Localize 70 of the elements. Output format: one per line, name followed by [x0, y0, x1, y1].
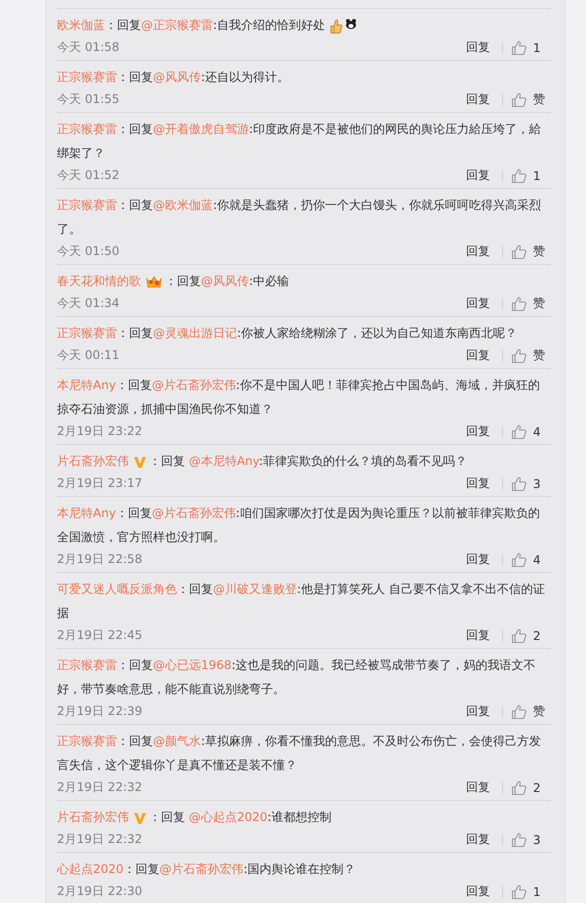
comment-text: 心起点2020：回复@片石斋孙宏伟:国内舆论谁在控制？: [57, 861, 357, 878]
comment-text: 正宗猴赛雷：回复@心已远1968:这也是我的问题。我已经被骂成带节奏了，妈的我语文不好，带节奏啥意思，能不能直说别绕弯子。: [57, 657, 537, 698]
comment-time: 2月19日 23:17: [57, 475, 144, 492]
comment-text: 正宗猴赛雷：回复@风风传:还自以为得计。: [57, 69, 290, 86]
comment-text: 正宗猴赛雷：回复@开着傲虎自驾游:印度政府是不是被他们的网民的舆论压力給压垮了，給绑架了？: [57, 121, 542, 162]
thumbs-up-icon: [511, 704, 527, 720]
reply-button[interactable]: 回复: [466, 883, 490, 900]
comment-text: 正宗猴赛雷：回复@颜气水:草拟麻痹，你看不懂我的意思。不及时公布伤亡，会使得己方发言失信，这个逻辑你丫是真不懂还是装不懂？: [57, 733, 542, 774]
comment-time: 今天 01:52: [57, 167, 120, 184]
comment-time: 2月19日 23:22: [57, 423, 144, 440]
thumbs-up-icon: [511, 476, 527, 492]
reply-button[interactable]: 回复: [466, 779, 490, 796]
thumbs-up-icon: [511, 244, 527, 260]
comment-time: 今天 01:34: [57, 295, 120, 312]
comment-time: 2月19日 22:32: [57, 831, 144, 848]
comment-time: 2月19日 22:30: [57, 883, 144, 900]
like-button[interactable]: 3: [511, 832, 551, 848]
reply-button[interactable]: 回复: [466, 475, 490, 492]
comment-text: 正宗猴赛雷：回复@灵魂出游日记:你被人家给绕糊涂了，还以为自己知道东南西北呢？: [57, 325, 518, 342]
comment-text: 欧米伽蓝：回复@正宗猴赛雷:自我介绍的恰到好处: [57, 13, 551, 37]
thumbs-up-icon: [511, 40, 527, 56]
comment-text: 本尼特Any：回复@片石斋孙宏伟:你不是中国人吧！菲律宾抢占中国岛屿、海域，并疯狂的掠夺石油资源，抓捕中国渔民你不知道？: [57, 377, 541, 418]
comment-text: 本尼特Any：回复@片石斋孙宏伟:咱们国家哪次打仗是因为舆论重压？以前被菲律宾欺负的全国激愤，官方照样也没打啊。: [57, 505, 541, 546]
comment-time: 今天 01:50: [57, 243, 120, 260]
comment-time: 今天 01:55: [57, 91, 120, 108]
reply-button[interactable]: 回复: [466, 831, 490, 848]
reply-button[interactable]: 回复: [466, 423, 490, 440]
comment-text: 可爱又迷人嘅反派角色：回复@川破又逢败登:他是打算笑死人 自己要不信又拿不出不信的证据: [57, 581, 546, 622]
like-button[interactable]: 赞: [511, 347, 551, 364]
thumbs-up-icon: [511, 424, 527, 440]
like-button[interactable]: 4: [511, 424, 551, 440]
reply-button[interactable]: 回复: [466, 551, 490, 568]
thumbs-up-icon: [511, 92, 527, 108]
like-button[interactable]: 赞: [511, 295, 551, 312]
like-button[interactable]: 赞: [511, 703, 551, 720]
comment-time: 今天 00:11: [57, 347, 120, 364]
comment-text: 片石斋孙宏伟 ：回复 @心起点2020:谁都想控制: [57, 809, 332, 827]
like-button[interactable]: 4: [511, 552, 551, 568]
reply-button[interactable]: 回复: [466, 91, 490, 108]
like-button[interactable]: 3: [511, 476, 551, 492]
thumbs-up-icon: [511, 296, 527, 312]
like-button[interactable]: 1: [511, 40, 551, 56]
reply-button[interactable]: 回复: [466, 627, 490, 644]
like-button[interactable]: 1: [511, 884, 551, 900]
thumbs-up-icon: [511, 348, 527, 364]
thumbs-up-icon: [511, 832, 527, 848]
reply-button[interactable]: 回复: [466, 347, 490, 364]
reply-button[interactable]: 回复: [466, 295, 490, 312]
comment-text: 正宗猴赛雷：回复@欧米伽蓝:你就是头蠢猪，扔你一个大白馒头，你就乐呵呵吃得兴高采烈了。: [57, 197, 542, 238]
thumbs-up-icon: [511, 884, 527, 900]
thumbs-up-icon: [511, 628, 527, 644]
comment-time: 2月19日 22:58: [57, 551, 144, 568]
reply-button[interactable]: 回复: [466, 243, 490, 260]
comment-time: 2月19日 22:39: [57, 703, 144, 720]
thumbs-up-icon: [511, 552, 527, 568]
comment-time: 2月19日 22:45: [57, 627, 144, 644]
reply-button[interactable]: 回复: [466, 39, 490, 56]
thumbs-up-icon: [511, 168, 527, 184]
comment-time: 2月19日 22:32: [57, 779, 144, 796]
like-button[interactable]: 赞: [511, 91, 551, 108]
thumbs-up-icon: [511, 780, 527, 796]
like-button[interactable]: 1: [511, 168, 551, 184]
comment-text: 春天花和情的歌 ：回复@风风传:中必输: [57, 272, 290, 292]
reply-button[interactable]: 回复: [466, 703, 490, 720]
comment-time: 今天 01:58: [57, 39, 120, 56]
like-button[interactable]: 赞: [511, 243, 551, 260]
comment-text: 片石斋孙宏伟 ：回复 @本尼特Any:菲律宾欺负的什么？填的岛看不见吗？: [57, 453, 468, 471]
like-button[interactable]: 2: [511, 780, 551, 796]
reply-button[interactable]: 回复: [466, 167, 490, 184]
like-button[interactable]: 2: [511, 628, 551, 644]
